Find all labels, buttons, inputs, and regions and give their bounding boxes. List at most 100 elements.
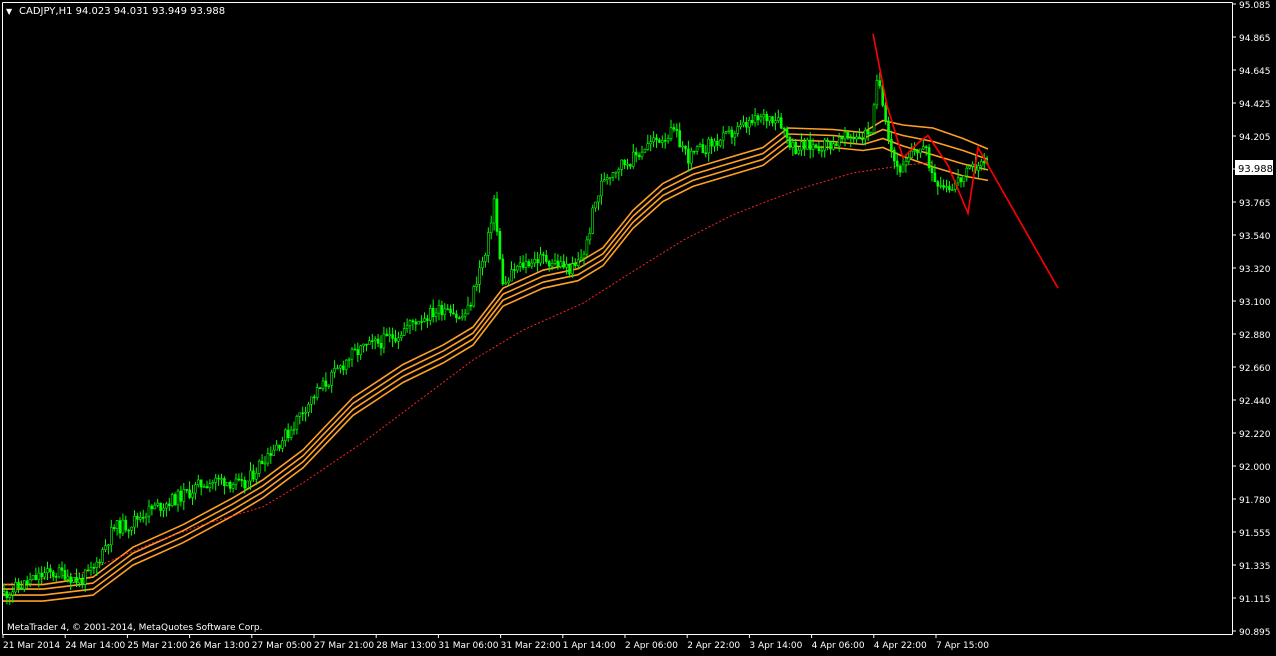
- candle-body: [170, 494, 174, 507]
- candle-body: [176, 490, 180, 506]
- candle-body: [527, 261, 531, 267]
- menu-chevron-icon[interactable]: ▼: [6, 7, 13, 16]
- candle-body: [904, 160, 908, 166]
- candle-body: [959, 177, 963, 183]
- candle-body: [156, 502, 159, 506]
- candle-body: [110, 527, 113, 546]
- candle-body: [307, 404, 310, 413]
- candle-body: [144, 515, 148, 519]
- candle-body: [455, 313, 458, 319]
- candle-body: [826, 139, 829, 142]
- candle-body: [139, 516, 142, 520]
- candle-body: [310, 396, 313, 405]
- candle-body: [597, 195, 600, 203]
- candle-body: [431, 307, 435, 317]
- candle-body: [414, 321, 418, 325]
- y-tick-label: 92.220: [1239, 430, 1271, 440]
- candle-body: [768, 116, 771, 122]
- candle-body: [98, 561, 101, 564]
- candle-body: [147, 505, 151, 517]
- y-tick-label: 94.205: [1239, 133, 1271, 143]
- candle-body: [884, 105, 887, 122]
- candle-body: [107, 544, 110, 547]
- candle-body: [115, 520, 119, 529]
- price-chart[interactable]: 95.085 94.865 94.645 94.425 94.205 93.765 93.5…: [0, 0, 1276, 652]
- candle-body: [295, 415, 299, 430]
- x-tick-label: 31 Mar 06:00: [438, 641, 498, 651]
- candle-body: [756, 115, 760, 121]
- candle-body: [475, 283, 479, 287]
- candle-body: [260, 460, 264, 465]
- candle-body: [168, 503, 171, 506]
- candle-body: [321, 380, 325, 389]
- candle-body: [173, 494, 177, 506]
- candle-body: [463, 313, 467, 317]
- candle-body: [246, 480, 249, 489]
- candle-body: [785, 128, 789, 138]
- candle-body: [153, 504, 157, 510]
- y-tick-label: 95.085: [1239, 1, 1271, 11]
- candle-body: [220, 478, 223, 480]
- candle-body: [962, 175, 966, 183]
- candle-body: [872, 104, 876, 134]
- candle-body: [83, 569, 87, 585]
- candle-body: [28, 578, 32, 584]
- candle-body: [17, 581, 20, 588]
- candle-body: [428, 307, 432, 321]
- chart-window[interactable]: 95.085 94.865 94.645 94.425 94.205 93.765 93.5…: [0, 0, 1276, 652]
- candle-body: [602, 179, 606, 182]
- candle-body: [547, 261, 551, 267]
- candle-body: [611, 172, 615, 178]
- candle-body: [919, 148, 922, 154]
- candle-body: [121, 519, 125, 534]
- candle-body: [379, 342, 383, 349]
- candle-body: [399, 334, 403, 339]
- candle-body: [750, 120, 754, 124]
- candle-body: [72, 576, 75, 583]
- candle-body: [524, 261, 528, 268]
- candle-body: [713, 140, 716, 147]
- candle-body: [823, 139, 827, 151]
- candle-body: [608, 177, 612, 179]
- candle-body: [559, 261, 563, 268]
- candle-body: [54, 576, 58, 578]
- candle-body: [373, 338, 377, 342]
- candle-body: [718, 139, 722, 146]
- candle-body: [25, 580, 29, 585]
- candle-body: [710, 138, 713, 147]
- candle-body: [179, 490, 183, 502]
- candle-body: [890, 138, 893, 151]
- chart-background: [0, 0, 1276, 652]
- candle-body: [228, 481, 232, 489]
- candle-body: [382, 333, 386, 349]
- candle-body: [689, 150, 693, 164]
- candle-body: [353, 348, 357, 351]
- candle-body: [542, 254, 545, 256]
- candle-body: [950, 189, 954, 191]
- candle-body: [127, 529, 130, 532]
- candle-body: [269, 453, 273, 456]
- candle-body: [11, 591, 14, 596]
- candle-body: [794, 141, 798, 154]
- candle-body: [530, 262, 534, 267]
- y-tick-label: 93.100: [1239, 298, 1271, 308]
- candle-body: [202, 486, 206, 488]
- candle-body: [478, 267, 481, 285]
- candle-body: [57, 567, 61, 578]
- y-tick-label: 91.555: [1239, 529, 1271, 539]
- y-tick-label: 93.765: [1239, 199, 1271, 209]
- candle-body: [797, 149, 800, 154]
- candle-body: [788, 137, 792, 148]
- candle-body: [982, 161, 986, 164]
- candle-body: [330, 371, 334, 386]
- candle-body: [449, 308, 452, 314]
- candle-body: [182, 489, 186, 502]
- candle-body: [344, 359, 348, 370]
- candle-body: [588, 233, 592, 241]
- candle-body: [832, 143, 835, 150]
- candle-body: [223, 478, 226, 486]
- candle-body: [66, 576, 70, 580]
- candle-body: [820, 149, 824, 152]
- candle-body: [333, 368, 336, 373]
- candle-body: [370, 340, 374, 343]
